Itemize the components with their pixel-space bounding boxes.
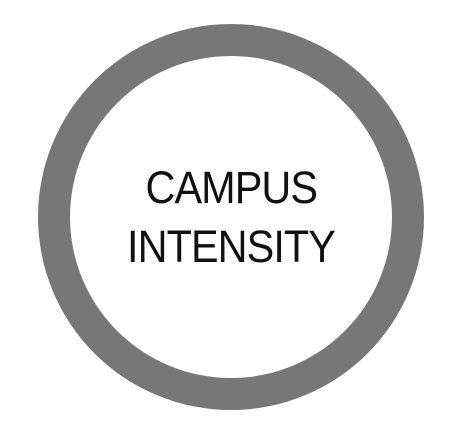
badge-line-1: CAMPUS <box>145 161 318 213</box>
badge-label: CAMPUS INTENSITY <box>70 56 392 378</box>
campus-intensity-badge: CAMPUS INTENSITY <box>0 0 462 436</box>
badge-line-2: INTENSITY <box>127 221 336 272</box>
